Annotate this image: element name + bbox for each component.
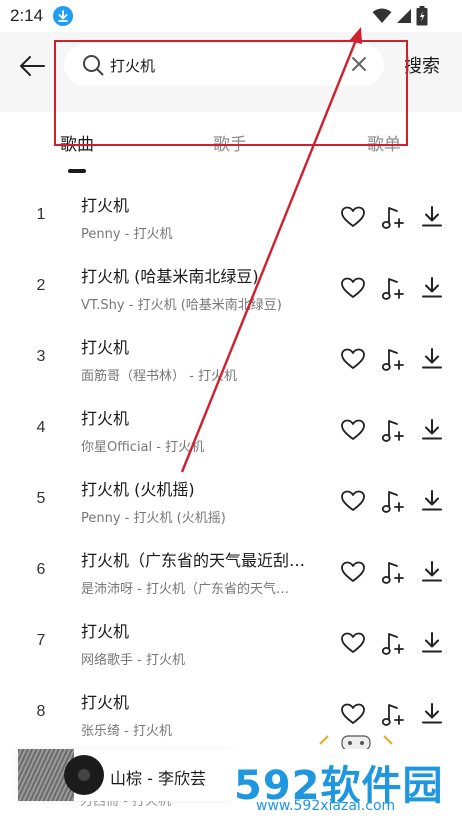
tab-active-indicator: [68, 169, 86, 173]
song-index: 3: [36, 348, 46, 365]
song-row[interactable]: 4 打火机 你星Official - 打火机: [0, 395, 462, 466]
download-icon[interactable]: [419, 559, 445, 585]
song-title: 打火机: [81, 196, 130, 215]
song-row[interactable]: 1 打火机 Penny - 打火机: [0, 182, 462, 253]
song-index: 5: [36, 490, 46, 507]
signal-icon: [397, 9, 411, 23]
song-index: 2: [36, 277, 46, 294]
download-icon[interactable]: [419, 630, 445, 656]
download-icon[interactable]: [419, 417, 445, 443]
add-to-playlist-icon[interactable]: [380, 275, 406, 301]
mini-player[interactable]: 山棕 - 李欣芸: [18, 749, 232, 801]
add-to-playlist-icon[interactable]: [380, 346, 406, 372]
song-subtitle: 网络歌手 - 打火机: [81, 653, 185, 668]
song-index: 8: [36, 703, 46, 720]
song-title: 打火机: [81, 338, 130, 357]
add-to-playlist-icon[interactable]: [380, 559, 406, 585]
heart-icon[interactable]: [340, 275, 366, 301]
watermark-url: www.592xiazai.com: [256, 798, 396, 814]
song-subtitle: Penny - 打火机 (火机摇): [81, 511, 226, 526]
add-to-playlist-icon[interactable]: [380, 701, 406, 727]
wifi-icon: [372, 8, 392, 23]
download-icon[interactable]: [419, 204, 445, 230]
song-index: 7: [36, 632, 46, 649]
song-row[interactable]: 3 打火机 面筋哥（程书林） - 打火机: [0, 324, 462, 395]
song-index: 6: [36, 561, 46, 578]
back-arrow-icon: [20, 56, 45, 76]
song-title: 打火机: [81, 409, 130, 428]
song-index: 4: [36, 419, 46, 436]
song-subtitle: 张乐绮 - 打火机: [81, 724, 172, 739]
download-icon[interactable]: [419, 275, 445, 301]
song-title: 打火机 (哈基米南北绿豆): [81, 267, 259, 286]
music-search-screen: 2:14 搜索 歌曲 歌手 歌单 1 打火机 Penny -: [0, 0, 462, 821]
add-to-playlist-icon[interactable]: [380, 488, 406, 514]
vinyl-disc-icon: [64, 755, 104, 795]
add-to-playlist-icon[interactable]: [380, 204, 406, 230]
download-icon[interactable]: [419, 701, 445, 727]
heart-icon[interactable]: [340, 346, 366, 372]
heart-icon[interactable]: [340, 559, 366, 585]
song-subtitle: 你星Official - 打火机: [81, 440, 205, 455]
add-to-playlist-icon[interactable]: [380, 630, 406, 656]
heart-icon[interactable]: [340, 630, 366, 656]
song-index: 1: [36, 206, 46, 223]
song-row[interactable]: 5 打火机 (火机摇) Penny - 打火机 (火机摇): [0, 466, 462, 537]
back-button[interactable]: [14, 48, 50, 84]
now-playing-title: 山棕 - 李欣芸: [110, 769, 206, 788]
heart-icon[interactable]: [340, 701, 366, 727]
status-bar: 2:14: [0, 0, 462, 32]
song-subtitle: Penny - 打火机: [81, 227, 173, 242]
search-button[interactable]: 搜索: [404, 52, 440, 78]
battery-icon: [416, 6, 428, 26]
heart-icon[interactable]: [340, 204, 366, 230]
annotation-highlight-box: [54, 40, 408, 146]
song-row[interactable]: 6 打火机（广东省的天气最近刮… 是沛沛呀 - 打火机（广东省的天气…: [0, 537, 462, 608]
song-row[interactable]: 7 打火机 网络歌手 - 打火机: [0, 608, 462, 679]
song-title: 打火机（广东省的天气最近刮…: [81, 551, 306, 570]
song-title: 打火机 (火机摇): [81, 480, 195, 499]
song-title: 打火机: [81, 693, 130, 712]
download-icon[interactable]: [419, 346, 445, 372]
add-to-playlist-icon[interactable]: [380, 417, 406, 443]
system-icons: [372, 6, 428, 26]
download-icon[interactable]: [419, 488, 445, 514]
heart-icon[interactable]: [340, 488, 366, 514]
heart-icon[interactable]: [340, 417, 366, 443]
song-subtitle: VT.Shy - 打火机 (哈基米南北绿豆): [81, 298, 282, 313]
song-subtitle: 面筋哥（程书林） - 打火机: [81, 369, 237, 384]
site-watermark: 592软件园 www.592xiazai.com: [232, 749, 462, 821]
song-title: 打火机: [81, 622, 130, 641]
song-subtitle: 是沛沛呀 - 打火机（广东省的天气…: [81, 582, 289, 597]
status-time: 2:14: [10, 6, 44, 25]
song-row[interactable]: 2 打火机 (哈基米南北绿豆) VT.Shy - 打火机 (哈基米南北绿豆): [0, 253, 462, 324]
download-status-icon: [53, 6, 73, 26]
